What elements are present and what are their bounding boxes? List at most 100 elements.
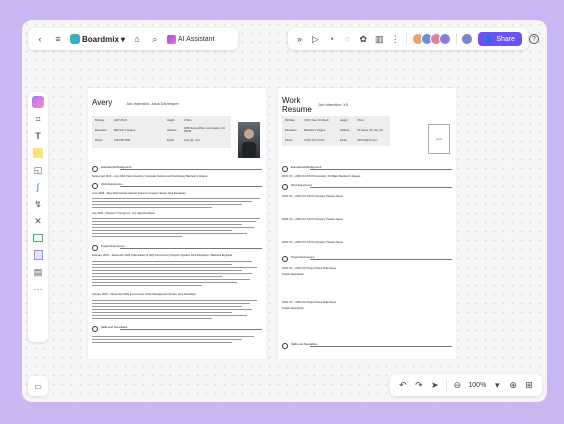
project-row: January 2020 – November 2020 E-commerce …	[92, 293, 196, 296]
share-label: Share	[496, 35, 516, 43]
text-block	[92, 267, 257, 269]
skills-icon	[282, 343, 288, 349]
text-block	[92, 261, 252, 263]
document-icon[interactable]	[32, 249, 44, 261]
divider	[455, 33, 457, 45]
chart-icon[interactable]: ▥	[374, 33, 385, 45]
text-block	[92, 300, 257, 302]
text-block	[92, 221, 256, 223]
pen-icon[interactable]: ∫	[32, 181, 44, 193]
undo-icon[interactable]: ↶	[398, 379, 408, 391]
timer-icon[interactable]: ◔	[326, 33, 337, 45]
help-icon[interactable]: ?	[529, 34, 539, 44]
zoom-dropdown-icon[interactable]: ▾	[492, 379, 502, 391]
info-value: 1997.05.15	[114, 119, 127, 122]
info-value: XXXX Year XX Month	[304, 119, 329, 122]
ai-assistant-button[interactable]: AI Assistant	[166, 34, 215, 44]
search-icon[interactable]: ⌕	[149, 33, 161, 45]
shape-icon[interactable]: ◱	[32, 164, 44, 176]
project-icon	[282, 256, 288, 262]
divider	[405, 33, 407, 45]
work-icon	[282, 184, 288, 190]
education-icon	[92, 166, 98, 172]
photo-placeholder[interactable]: photo	[428, 124, 450, 154]
work-icon	[92, 183, 98, 189]
info-value: XXXX XXX XXXX	[304, 139, 325, 142]
info-label: Height	[340, 119, 348, 122]
info-label: Birthday	[285, 119, 295, 122]
text-block	[92, 306, 242, 308]
minimap-button[interactable]: ▭	[28, 376, 48, 396]
divider	[445, 379, 447, 391]
text-block	[92, 342, 232, 344]
ai-icon	[166, 34, 176, 44]
collaborator-avatars[interactable]	[411, 33, 451, 45]
text-block	[92, 207, 212, 209]
back-chevron-icon[interactable]: ‹	[34, 33, 46, 45]
play-icon[interactable]: ▷	[310, 33, 321, 45]
project-row: February 2023 – December 2023 Optimizati…	[92, 254, 233, 257]
boardmix-logo-icon	[70, 34, 80, 44]
text-block	[92, 282, 237, 284]
pointer-icon[interactable]: ➤	[430, 379, 440, 391]
text-block	[92, 270, 242, 272]
info-label: Birthday	[95, 119, 105, 122]
app-window: ‹ ≡ Boardmix ▾ ⌂ ⌕ AI Assistant » ▷ ◔ ◌ …	[22, 20, 547, 402]
info-label: Phone	[95, 139, 103, 142]
fit-screen-icon[interactable]: ⊞	[524, 379, 534, 391]
comment-icon[interactable]: ◌	[342, 33, 353, 45]
frame-icon[interactable]: ⌗	[32, 113, 44, 125]
education-icon	[282, 166, 288, 172]
text-block	[92, 230, 232, 232]
text-block	[92, 204, 242, 206]
resume-page-avery[interactable]: Avery Job Intention: Java Developer Birt…	[88, 88, 266, 359]
mindmap-icon[interactable]: ✕	[32, 215, 44, 227]
sticky-note-icon[interactable]	[32, 147, 44, 159]
text-block	[92, 198, 260, 200]
info-value: XXXXX@XX.com	[357, 139, 378, 142]
more-icon[interactable]: »	[294, 33, 305, 45]
info-label: Education	[95, 129, 107, 132]
menu-icon[interactable]: ≡	[52, 33, 64, 45]
section-project: Project Experience	[282, 256, 452, 264]
work-row: 20XX.XX – 20XX.XX XXXX Company Position …	[282, 218, 343, 221]
info-label: Height	[167, 119, 175, 122]
app-brand[interactable]: Boardmix ▾	[70, 34, 125, 44]
upload-icon[interactable]: ▤	[32, 266, 44, 278]
section-project: Project Experience	[92, 245, 262, 253]
left-toolbar: ⌗ T ◱ ∫ ↯ ✕ ▤ ···	[28, 92, 48, 342]
redo-icon[interactable]: ↷	[414, 379, 424, 391]
resume-name: Work Resume	[282, 96, 312, 114]
zoom-out-icon[interactable]: ⊖	[453, 379, 463, 391]
text-icon[interactable]: T	[32, 130, 44, 142]
work-row: 20XX.XX – 20XX.XX XXXX Company Position …	[282, 241, 343, 244]
template-icon[interactable]	[32, 96, 44, 108]
share-button[interactable]: 👤 Share	[477, 32, 523, 46]
text-block	[92, 309, 252, 311]
project-description: Project Description	[282, 273, 304, 276]
settings-icon[interactable]: ⋮	[390, 33, 401, 45]
like-icon[interactable]: ✿	[358, 33, 369, 45]
divider	[310, 187, 452, 188]
resume-page-template[interactable]: Work Resume Job Intention: XX Birthday X…	[278, 88, 456, 359]
info-value: Bachelor's Degree	[304, 129, 326, 132]
section-education: Educational Background	[282, 166, 452, 174]
avatar[interactable]	[438, 33, 451, 45]
zoom-in-icon[interactable]: ⊕	[508, 379, 518, 391]
text-block	[92, 264, 232, 266]
project-row: 20XX.XX – 20XX.XX Project Name Role Name	[282, 301, 337, 304]
text-block	[92, 233, 247, 235]
user-avatar[interactable]	[461, 33, 473, 45]
tag-icon[interactable]: ⌂	[131, 33, 143, 45]
connector-icon[interactable]: ↯	[32, 198, 44, 210]
info-value: 175cm	[184, 119, 192, 122]
info-box: Birthday 1997.05.15 Height 175cm Educati…	[92, 116, 231, 148]
section-work: Work Experience	[92, 183, 262, 191]
text-block	[92, 201, 252, 203]
project-description: Project Description	[282, 307, 304, 310]
text-block	[92, 318, 212, 320]
table-icon[interactable]	[32, 232, 44, 244]
more-tools-icon[interactable]: ···	[32, 283, 44, 295]
zoom-level[interactable]: 100%	[468, 382, 486, 389]
text-block	[92, 227, 254, 229]
